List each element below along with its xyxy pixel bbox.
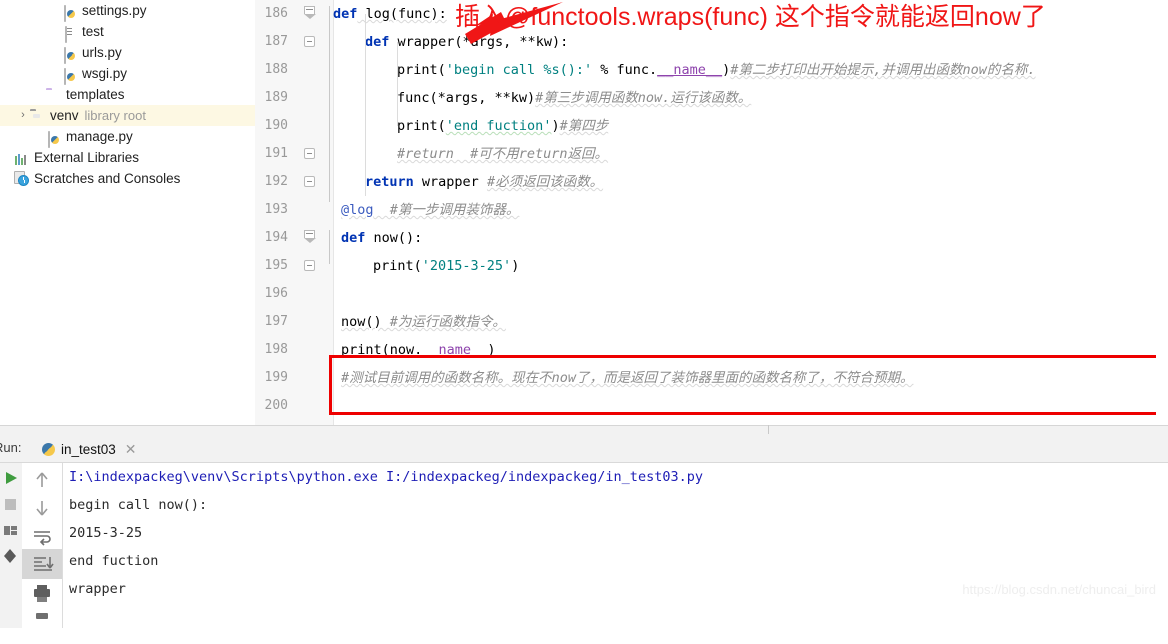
python-file-icon	[62, 66, 78, 85]
fold-toggle-icon[interactable]	[304, 176, 315, 187]
run-panel-label: Run:	[0, 440, 22, 455]
scroll-to-end-icon[interactable]	[22, 549, 62, 579]
code-line[interactable]: def log(func):	[333, 0, 447, 28]
line-number: 193	[264, 202, 288, 217]
run-icon[interactable]	[0, 465, 22, 491]
indent-guide	[365, 14, 366, 196]
code-line[interactable]: def now():	[341, 224, 422, 252]
code-line[interactable]: func(*args, **kw)#第三步调用函数now.运行该函数。	[397, 84, 751, 112]
tree-item-label: wsgi.py	[82, 66, 128, 81]
tree-item-subtitle: library root	[84, 108, 146, 123]
tree-item-label: venv	[50, 108, 79, 123]
line-number: 186	[264, 6, 288, 21]
line-number: 198	[264, 342, 288, 357]
tree-item-label: External Libraries	[34, 150, 140, 165]
tree-item-urls-py[interactable]: urls.py	[0, 42, 255, 64]
editor-scrollbar[interactable]	[1156, 0, 1168, 425]
run-tabbar: Run: in_test03 ✕	[0, 434, 1168, 471]
code-line[interactable]: #测试目前调用的函数名称。现在不now了，而是返回了装饰器里面的函数名称了，不符…	[341, 364, 914, 392]
libraries-bars-icon	[14, 150, 30, 166]
console-actions-toolbar[interactable]	[22, 463, 63, 628]
text-file-icon	[62, 24, 78, 43]
soft-wrap-icon[interactable]	[22, 521, 62, 551]
code-line[interactable]: return wrapper #必须返回该函数。	[365, 168, 603, 196]
scratches-icon	[14, 170, 30, 187]
line-number: 196	[264, 286, 288, 301]
line-number: 190	[264, 118, 288, 133]
python-file-icon	[46, 129, 62, 148]
watermark-text: https://blog.csdn.net/chuncai_bird	[962, 582, 1156, 597]
line-number: 192	[264, 174, 288, 189]
console-line: begin call now():	[69, 497, 208, 513]
tree-item-test[interactable]: test	[0, 21, 255, 43]
tree-item-label: manage.py	[66, 129, 133, 144]
line-number: 187	[264, 34, 288, 49]
code-line[interactable]: now() #为运行函数指令。	[341, 308, 506, 336]
fold-connector	[329, 230, 330, 264]
code-line[interactable]: @log #第一步调用装饰器。	[341, 196, 519, 224]
line-number: 194	[264, 230, 288, 245]
layout-icon[interactable]	[0, 517, 22, 543]
editor-gutter[interactable]: 186 187 188 189 190 191 192 193 194 195 196 197 198 1…	[255, 0, 334, 425]
tree-item-label: settings.py	[82, 3, 147, 18]
python-file-icon	[62, 45, 78, 64]
annotation-text: 插入@functools.wraps(func) 这个指令就能返回now了	[455, 3, 1046, 31]
pin-icon[interactable]	[0, 543, 22, 569]
folder-icon	[46, 87, 62, 103]
fold-toggle-icon[interactable]	[304, 36, 315, 47]
stop-icon[interactable]	[0, 491, 22, 517]
code-line[interactable]: print('end fuction')#第四步	[397, 112, 608, 140]
tree-item-venv[interactable]: › venv library root	[0, 105, 255, 126]
tree-item-settings-py[interactable]: settings.py	[0, 0, 255, 22]
fold-toggle-icon[interactable]	[304, 230, 316, 243]
code-editor[interactable]: 186 187 188 189 190 191 192 193 194 195 196 197 198 1…	[255, 0, 1168, 425]
line-number: 188	[264, 62, 288, 77]
code-line[interactable]: print(now.__name__)	[341, 336, 495, 364]
console-line: 2015-3-25	[69, 525, 143, 541]
fold-toggle-icon[interactable]	[304, 6, 316, 19]
clear-all-icon[interactable]	[22, 609, 62, 639]
python-file-icon	[62, 3, 78, 22]
line-number: 195	[264, 258, 288, 273]
tree-item-label: templates	[66, 87, 125, 102]
tree-item-label: urls.py	[82, 45, 122, 60]
scroll-up-icon[interactable]	[22, 465, 62, 495]
console-line: end fuction	[69, 553, 159, 569]
tree-item-label: test	[82, 24, 104, 39]
close-icon[interactable]: ✕	[125, 442, 137, 456]
line-number: 197	[264, 314, 288, 329]
fold-connector	[329, 68, 330, 180]
folder-grey-icon	[30, 108, 46, 124]
tab-in-test03[interactable]: in_test03 ✕	[33, 436, 145, 462]
tree-item-label: Scratches and Consoles	[34, 171, 181, 186]
tree-item-scratches-and-consoles[interactable]: Scratches and Consoles	[0, 168, 255, 189]
indent-guide	[397, 42, 398, 126]
code-line[interactable]: print('begin call %s():' % func.__name__…	[397, 56, 1036, 84]
chevron-right-icon[interactable]: ›	[16, 105, 30, 126]
line-number: 200	[264, 398, 288, 413]
tree-item-manage-py[interactable]: manage.py	[0, 126, 255, 148]
tree-item-templates[interactable]: templates	[0, 84, 255, 105]
line-number: 189	[264, 90, 288, 105]
project-tree-panel[interactable]: settings.py test urls.py wsgi.py templates › v…	[0, 0, 255, 425]
code-line[interactable]: print('2015-3-25')	[373, 252, 519, 280]
tree-item-wsgi-py[interactable]: wsgi.py	[0, 63, 255, 85]
scroll-down-icon[interactable]	[22, 493, 62, 523]
code-line[interactable]: #return #可不用return返回。	[397, 140, 608, 168]
python-icon	[41, 442, 56, 457]
run-tab-label: in_test03	[61, 441, 116, 457]
console-line: I:\indexpackeg\venv\Scripts\python.exe I…	[69, 469, 703, 485]
line-number: 191	[264, 146, 288, 161]
fold-toggle-icon[interactable]	[304, 260, 315, 271]
tree-item-external-libraries[interactable]: External Libraries	[0, 147, 255, 168]
fold-toggle-icon[interactable]	[304, 148, 315, 159]
run-tool-window[interactable]: Run: in_test03 ✕	[0, 425, 1168, 628]
line-number: 199	[264, 370, 288, 385]
print-icon[interactable]	[22, 579, 62, 609]
run-actions-toolbar[interactable]	[0, 463, 23, 628]
